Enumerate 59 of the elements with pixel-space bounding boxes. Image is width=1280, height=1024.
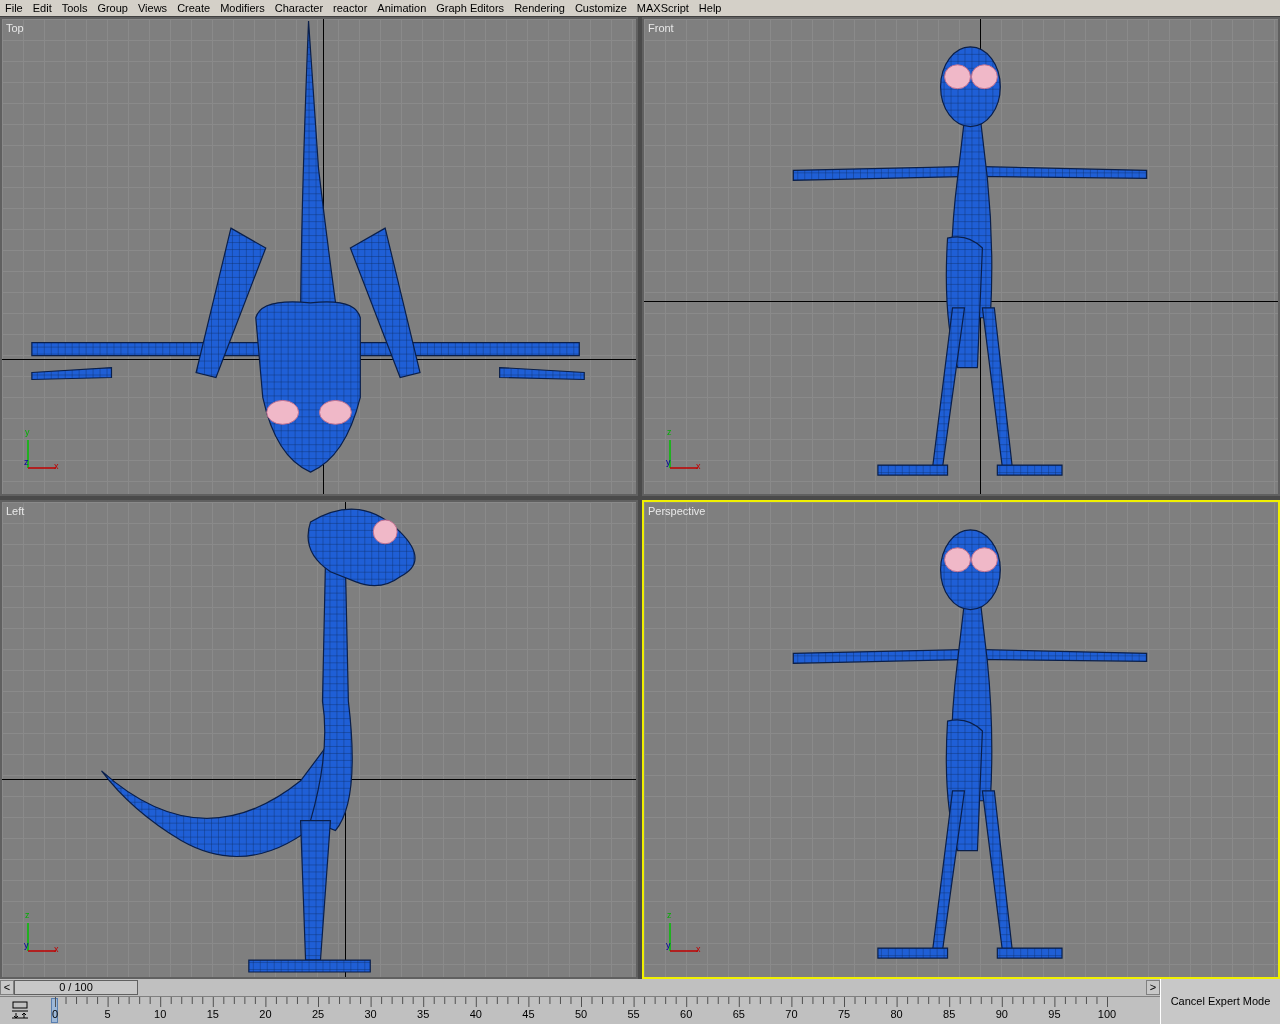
axis-label: z	[24, 458, 29, 467]
frame-number: 0	[51, 1009, 59, 1020]
axis-label: x	[696, 945, 701, 954]
time-slider-thumb[interactable]: 0 / 100	[14, 980, 138, 995]
axis-tripod-icon	[668, 923, 698, 953]
axis-tripod-icon	[668, 440, 698, 470]
frame-number: 30	[364, 1009, 377, 1020]
menu-item[interactable]: Animation	[372, 2, 432, 14]
frame-number: 20	[259, 1009, 272, 1020]
frame-number: 5	[104, 1009, 111, 1020]
menu-item[interactable]: Customize	[569, 2, 632, 14]
axis-label: x	[696, 462, 701, 471]
axis-label: y	[25, 428, 30, 437]
axis-label: z	[25, 911, 30, 920]
menu-item[interactable]: Tools	[56, 2, 93, 14]
menu-item[interactable]: Help	[693, 2, 727, 14]
current-frame-marker	[51, 998, 58, 1023]
axis-tripod-icon	[26, 440, 56, 470]
frame-number: 45	[522, 1009, 535, 1020]
viewport[interactable]: Top y z x	[0, 17, 638, 496]
frame-number: 100	[1097, 1009, 1117, 1020]
frame-number: 25	[311, 1009, 325, 1020]
cancel-expert-mode-button[interactable]: Cancel Expert Mode	[1160, 979, 1280, 1024]
menu-item[interactable]: Character	[269, 2, 329, 14]
menu-item[interactable]: Graph Editors	[431, 2, 510, 14]
menu-item[interactable]: Rendering	[509, 2, 570, 14]
menu-item[interactable]: MAXScript	[631, 2, 694, 14]
frame-number: 95	[1048, 1009, 1061, 1020]
frame-number: 90	[995, 1009, 1008, 1020]
next-frame-button[interactable]: >	[1146, 980, 1160, 995]
frame-number: 35	[417, 1009, 430, 1020]
frame-number: 75	[837, 1009, 851, 1020]
menu-item[interactable]: Modifiers	[215, 2, 270, 14]
frame-number: 60	[680, 1009, 693, 1020]
axis-label: z	[667, 911, 672, 920]
axis-tripod-icon	[26, 923, 56, 953]
axis-label: x	[54, 462, 59, 471]
frame-number: 70	[785, 1009, 798, 1020]
frame-number: 65	[732, 1009, 745, 1020]
axis-label: z	[667, 428, 672, 437]
axis-label: y	[24, 941, 29, 950]
frame-number: 55	[627, 1009, 640, 1020]
menu-item[interactable]: File	[0, 2, 28, 14]
frame-number: 40	[469, 1009, 482, 1020]
menu-item[interactable]: Create	[172, 2, 216, 14]
frame-number: 10	[154, 1009, 167, 1020]
menu-item[interactable]: Views	[132, 2, 173, 14]
key-filter-icon	[11, 1001, 29, 1019]
frame-number: 50	[574, 1009, 588, 1020]
menu-item[interactable]: Edit	[27, 2, 57, 14]
frame-number: 85	[943, 1009, 956, 1020]
menu-item[interactable]: reactor	[328, 2, 373, 14]
axis-label: y	[666, 941, 671, 950]
frame-number: 15	[206, 1009, 219, 1020]
axis-label: x	[54, 945, 59, 954]
previous-frame-button[interactable]: <	[0, 980, 14, 995]
axis-label: y	[666, 458, 671, 467]
menu-item[interactable]: Group	[92, 2, 133, 14]
frame-number: 80	[890, 1009, 903, 1020]
